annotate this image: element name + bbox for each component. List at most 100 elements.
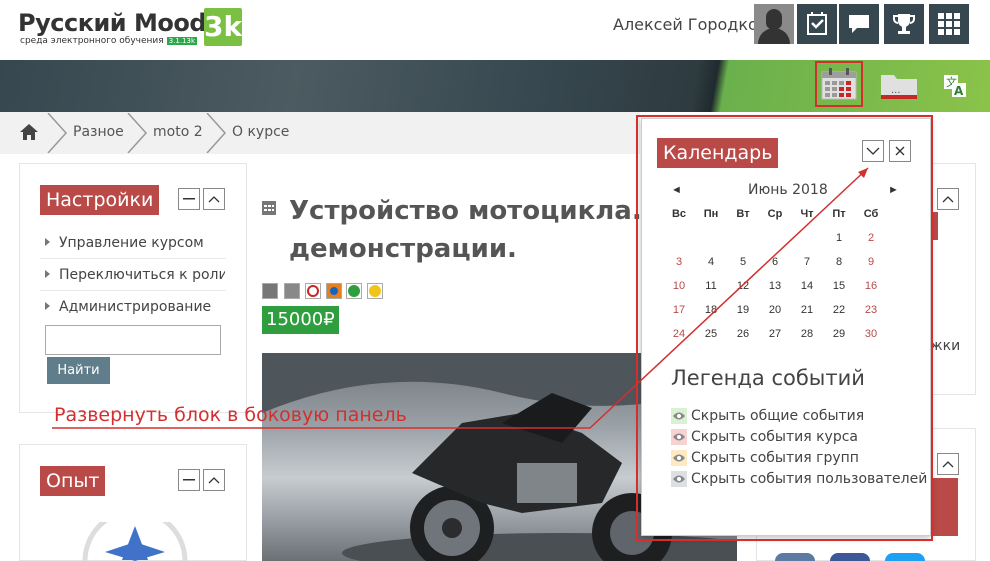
calendar-day[interactable]: 19 [727, 298, 759, 322]
close-popup-button[interactable] [889, 140, 911, 162]
calendar-day[interactable]: 30 [855, 322, 887, 346]
calendar-day[interactable]: 11 [695, 274, 727, 298]
eye-icon [671, 450, 687, 466]
calendar-day[interactable]: 10 [663, 274, 695, 298]
calendar-day[interactable]: 1 [823, 226, 855, 250]
enrol-icon[interactable] [326, 283, 342, 299]
calendar-day[interactable]: 5 [727, 250, 759, 274]
apps-grid-button[interactable] [929, 4, 969, 44]
minus-icon [183, 479, 195, 481]
logo-subtitle: среда электронного обучения [20, 36, 164, 46]
prev-month-button[interactable]: ◄ [671, 184, 682, 196]
calendar-day[interactable]: 21 [791, 298, 823, 322]
breadcrumb-item[interactable]: moto 2 [153, 124, 203, 140]
opera-icon[interactable] [305, 283, 321, 299]
user-name[interactable]: Алексей Городков [613, 15, 767, 34]
collapse-block-button[interactable] [937, 188, 959, 210]
breadcrumb-separator [206, 113, 227, 153]
legend-item[interactable]: Скрыть события пользователей [671, 471, 927, 487]
weekday-label: Вс [671, 208, 687, 220]
next-month-button[interactable]: ► [888, 184, 899, 196]
breadcrumb-separator [47, 113, 68, 153]
home-link[interactable] [19, 123, 39, 146]
nav-item-switch-role[interactable]: Переключиться к роли... [45, 267, 225, 283]
calendar-day [727, 226, 759, 250]
messages-button[interactable] [839, 4, 879, 44]
legend-item[interactable]: Скрыть события курса [671, 429, 927, 445]
home-icon [20, 124, 38, 140]
calendar-day[interactable]: 7 [791, 250, 823, 274]
eye-icon [671, 429, 687, 445]
grid-icon [938, 13, 960, 35]
calendar-day[interactable]: 16 [855, 274, 887, 298]
experience-block-title: Опыт [40, 466, 106, 496]
collapse-block-button[interactable] [203, 469, 225, 491]
calendar-grid: 1 2 3 4 5 6 7 8 9 10 11 12 13 14 15 16 17 18 19 20 21 22 23 24 2… [663, 226, 887, 346]
dock-block-button[interactable] [178, 469, 200, 491]
dock-block-button[interactable] [178, 188, 200, 210]
social-icon[interactable] [830, 553, 870, 561]
social-icon[interactable] [885, 553, 925, 561]
course-title-line2: демонстрации. [289, 234, 517, 264]
calendar-day[interactable]: 2 [855, 226, 887, 250]
calendar-day[interactable]: 24 [663, 322, 695, 346]
teacher-icon[interactable] [262, 283, 278, 299]
calendar-day [759, 226, 791, 250]
badges-button[interactable] [884, 4, 924, 44]
calendar-day[interactable]: 15 [823, 274, 855, 298]
self-enrol-icon[interactable] [346, 283, 362, 299]
calendar-toggle-button[interactable] [815, 61, 863, 107]
collapse-block-button[interactable] [937, 453, 959, 475]
chevron-up-icon [208, 196, 220, 203]
mail-icon[interactable] [284, 283, 300, 299]
right-block-button[interactable] [930, 478, 958, 536]
calendar-day[interactable]: 12 [727, 274, 759, 298]
collapse-block-button[interactable] [203, 188, 225, 210]
breadcrumb-item-current: О курсе [232, 124, 290, 140]
legend-label: Скрыть события курса [691, 429, 859, 445]
calendar-icon [821, 68, 857, 100]
notifications-button[interactable] [797, 4, 837, 44]
legend-item[interactable]: Скрыть события групп [671, 450, 927, 466]
nav-item-administration[interactable]: Администрирование [45, 299, 211, 315]
weekday-label: Вт [736, 208, 750, 220]
social-icon[interactable] [775, 553, 815, 561]
site-logo[interactable]: Русский Moodle среда электронного обучен… [18, 10, 230, 46]
course-price: 15000₽ [262, 306, 339, 334]
calendar-week-row: 24 25 26 27 28 29 30 [663, 322, 887, 346]
expand-to-sidebar-button[interactable] [862, 140, 884, 162]
calendar-day[interactable]: 20 [759, 298, 791, 322]
legend-item[interactable]: Скрыть общие события [671, 408, 927, 424]
breadcrumb-item[interactable]: Разное [73, 124, 124, 140]
calendar-day[interactable]: 23 [855, 298, 887, 322]
calendar-day[interactable]: 26 [727, 322, 759, 346]
payment-icon[interactable] [367, 283, 383, 299]
search-button[interactable]: Найти [47, 357, 110, 384]
calendar-day[interactable]: 22 [823, 298, 855, 322]
language-button[interactable]: 文A [940, 66, 970, 106]
calendar-day[interactable]: 14 [791, 274, 823, 298]
calendar-day[interactable]: 25 [695, 322, 727, 346]
calendar-day[interactable]: 8 [823, 250, 855, 274]
calendar-day [791, 226, 823, 250]
calendar-day[interactable]: 29 [823, 322, 855, 346]
calendar-day[interactable]: 18 [695, 298, 727, 322]
calendar-day[interactable]: 28 [791, 322, 823, 346]
calendar-day[interactable]: 13 [759, 274, 791, 298]
calendar-day[interactable]: 4 [695, 250, 727, 274]
calendar-day[interactable]: 6 [759, 250, 791, 274]
eye-icon [671, 471, 687, 487]
settings-search-input[interactable] [45, 325, 221, 355]
calendar-week-row: 3456789 [663, 250, 887, 274]
avatar[interactable] [754, 4, 794, 44]
chat-bubble-icon [849, 15, 869, 33]
files-button[interactable]: ... [876, 66, 922, 106]
nav-item-course-admin[interactable]: Управление курсом [45, 235, 204, 251]
calendar-month[interactable]: Июнь 2018 [748, 182, 828, 198]
calendar-day[interactable]: 27 [759, 322, 791, 346]
calendar-day[interactable]: 9 [855, 250, 887, 274]
weekday-label: Пт [832, 208, 846, 220]
calendar-day[interactable]: 17 [663, 298, 695, 322]
weekday-label: Чт [800, 208, 814, 220]
calendar-day[interactable]: 3 [663, 250, 695, 274]
